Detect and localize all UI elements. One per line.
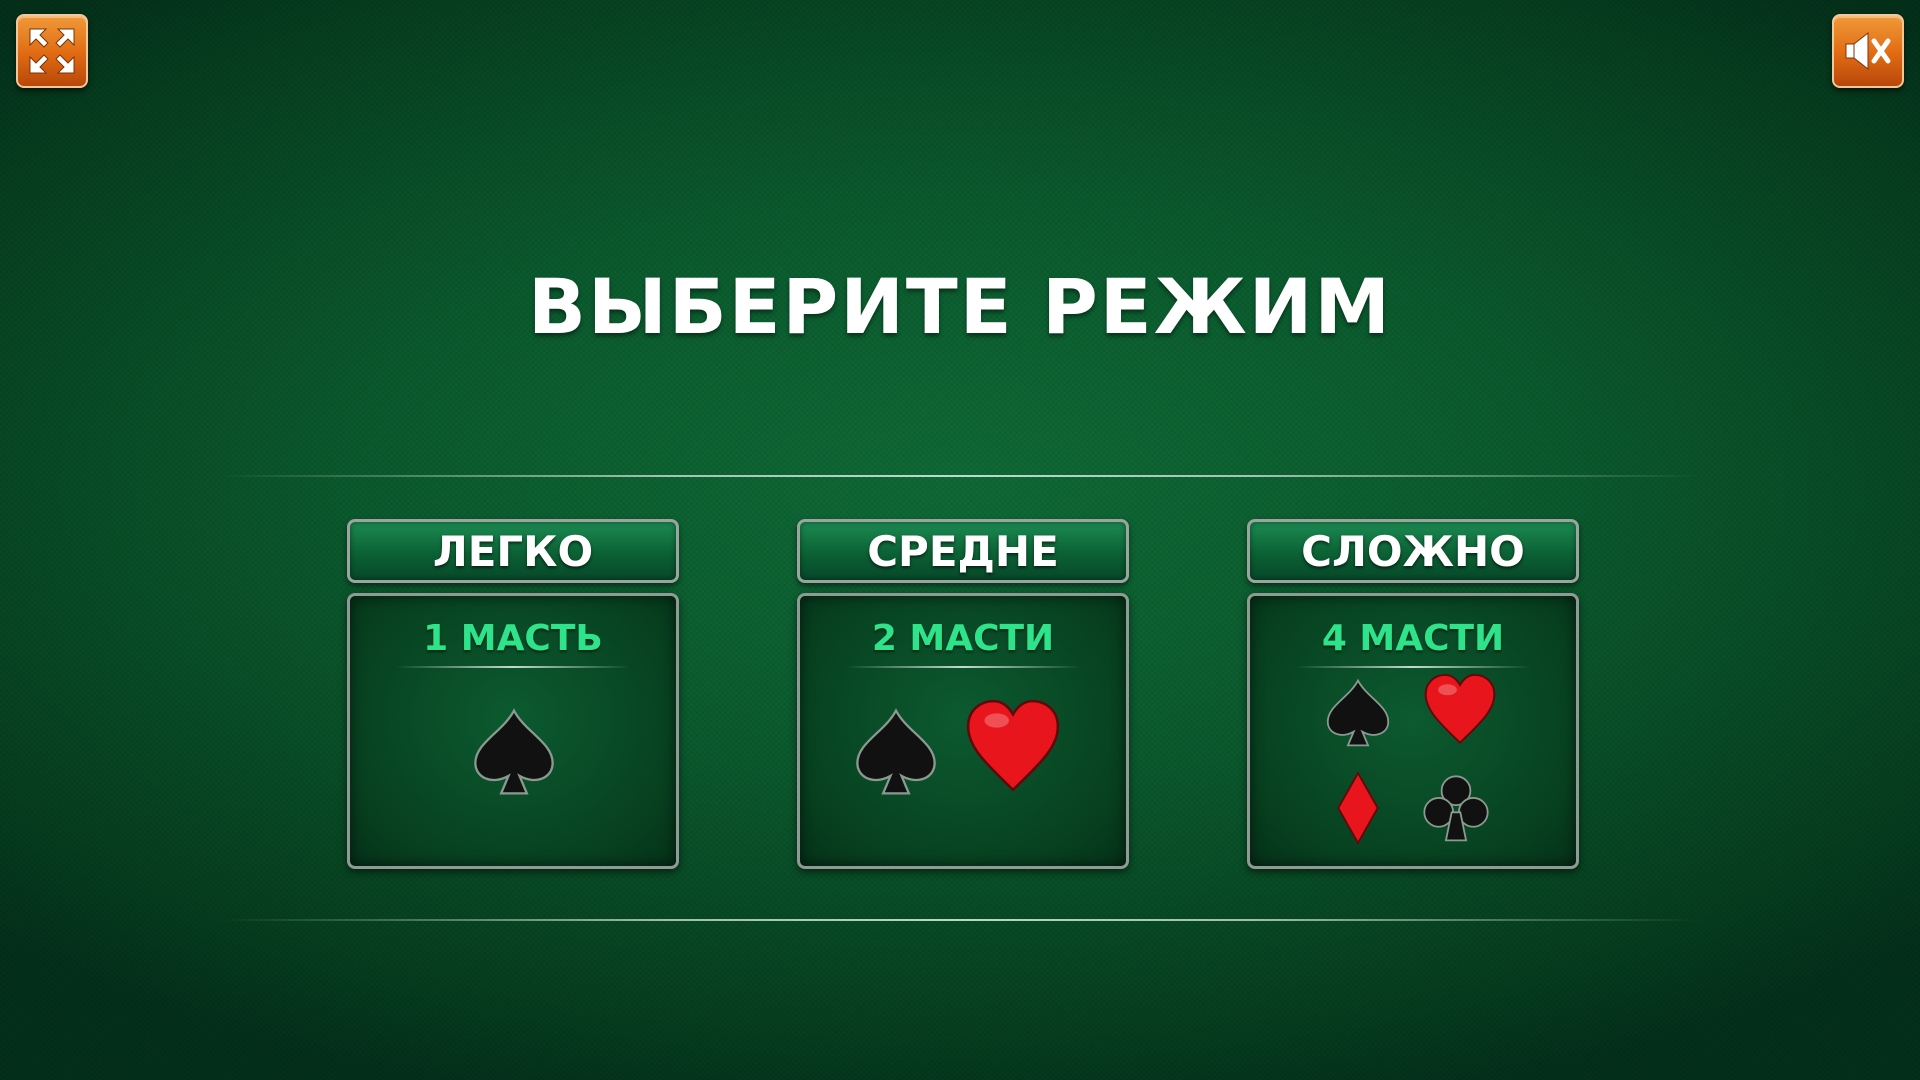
mode-panel-hard: 4 МАСТИ xyxy=(1247,593,1579,869)
mode-card-hard[interactable]: СЛОЖНО 4 МАСТИ xyxy=(1247,519,1579,869)
club-icon xyxy=(1423,775,1489,842)
suits-count-label: 1 МАСТЬ xyxy=(423,618,603,659)
speaker-muted-icon xyxy=(1845,31,1891,71)
mode-title-medium: СРЕДНЕ xyxy=(797,519,1129,583)
mode-panel-easy: 1 МАСТЬ xyxy=(347,593,679,869)
spade-icon xyxy=(856,708,936,795)
mode-card-medium[interactable]: СРЕДНЕ 2 МАСТИ xyxy=(797,519,1129,869)
mode-panel-medium: 2 МАСТИ xyxy=(797,593,1129,869)
suits-count-label: 2 МАСТИ xyxy=(871,618,1055,659)
bottom-divider xyxy=(220,919,1700,921)
fullscreen-arrows-icon xyxy=(29,28,75,74)
diamond-icon xyxy=(1337,771,1379,845)
label-underline xyxy=(396,666,630,668)
mode-title-easy: ЛЕГКО xyxy=(347,519,679,583)
heart-icon xyxy=(1424,673,1496,745)
mode-title-hard: СЛОЖНО xyxy=(1247,519,1579,583)
mode-card-easy[interactable]: ЛЕГКО 1 МАСТЬ xyxy=(347,519,679,869)
heart-icon xyxy=(966,699,1060,792)
label-underline xyxy=(846,666,1080,668)
spade-icon xyxy=(474,708,554,795)
sound-toggle-button[interactable] xyxy=(1832,14,1904,88)
page-title: ВЫБЕРИТЕ РЕЖИМ xyxy=(528,262,1392,351)
suits-count-label: 4 МАСТИ xyxy=(1321,618,1505,659)
label-underline xyxy=(1296,666,1530,668)
top-divider xyxy=(220,475,1700,477)
spade-icon xyxy=(1326,678,1390,747)
fullscreen-button[interactable] xyxy=(16,14,88,88)
